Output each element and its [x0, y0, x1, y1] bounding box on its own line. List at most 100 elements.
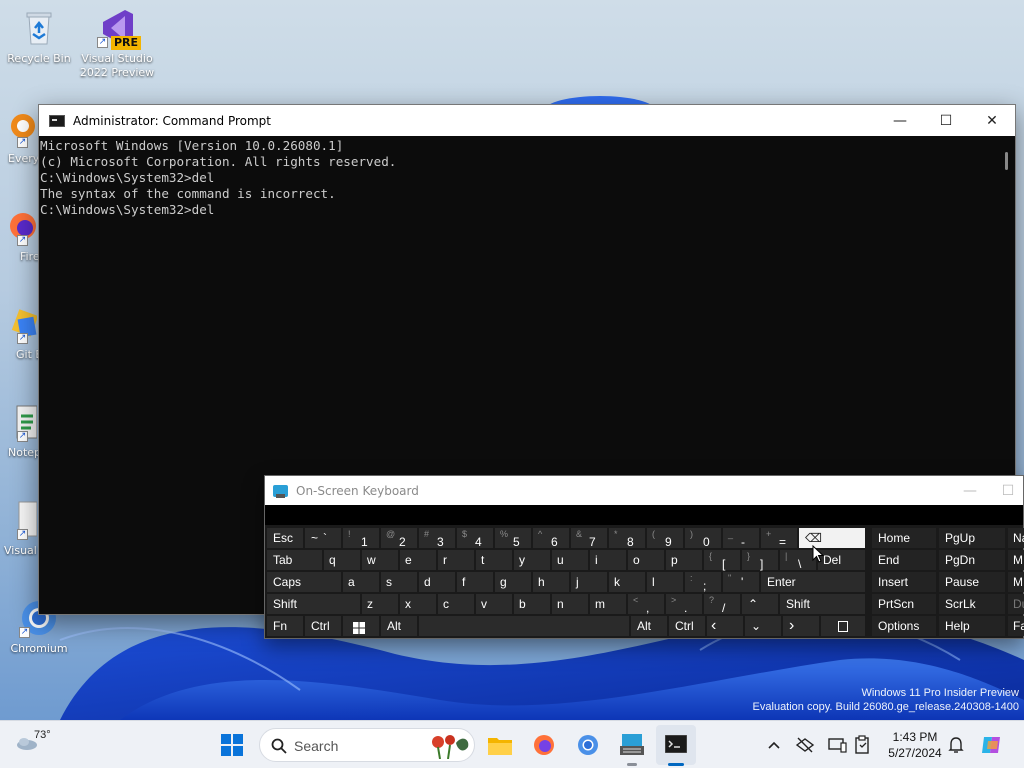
key-left-arrow[interactable]: ‹	[707, 616, 743, 636]
key-7[interactable]: & 7	[571, 528, 607, 549]
key-prtscn[interactable]: PrtScn	[872, 594, 936, 614]
key-insert[interactable]: Insert	[872, 572, 936, 592]
key-semicolon[interactable]: :;	[685, 572, 721, 593]
key-m[interactable]: m	[590, 594, 626, 614]
key-j[interactable]: j	[571, 572, 607, 592]
key-scrlk[interactable]: ScrLk	[939, 594, 1005, 614]
key-1[interactable]: ! 1	[343, 528, 379, 549]
key-p[interactable]: p	[666, 550, 702, 570]
key-i[interactable]: i	[590, 550, 626, 570]
key-v[interactable]: v	[476, 594, 512, 614]
key-right-alt[interactable]: Alt	[631, 616, 667, 636]
key-menu[interactable]	[821, 616, 865, 636]
key-esc[interactable]: Esc	[267, 528, 303, 548]
key-c[interactable]: c	[438, 594, 474, 614]
maximize-button[interactable]: ☐	[923, 105, 969, 136]
key-end[interactable]: End	[872, 550, 936, 570]
key-shift[interactable]: Shift	[267, 594, 360, 614]
key-4[interactable]: $4	[457, 528, 493, 549]
maximize-button[interactable]: ☐	[993, 475, 1023, 506]
key-home[interactable]: Home	[872, 528, 936, 548]
clock[interactable]: 1:43 PM 5/27/2024	[880, 729, 950, 761]
key-backslash[interactable]: | \	[780, 550, 816, 571]
key-nav[interactable]: Na	[1008, 528, 1024, 548]
scrollbar-thumb[interactable]	[1005, 152, 1008, 170]
key-3[interactable]: #3	[419, 528, 455, 549]
key-del[interactable]: Del	[818, 550, 865, 570]
key-tab[interactable]: Tab	[267, 550, 322, 570]
taskbar-firefox[interactable]	[524, 725, 564, 765]
notification-bell-icon[interactable]	[946, 735, 966, 755]
key-h[interactable]: h	[533, 572, 569, 592]
key-t[interactable]: t	[476, 550, 512, 570]
on-screen-keyboard-window[interactable]: On-Screen Keyboard — ☐ Esc ~ ` ! 1 @2 #3 $…	[264, 475, 1024, 639]
minimize-button[interactable]: —	[877, 105, 923, 136]
key-caps[interactable]: Caps	[267, 572, 341, 592]
osk-titlebar[interactable]: On-Screen Keyboard — ☐	[265, 476, 1023, 505]
key-f[interactable]: f	[457, 572, 493, 592]
key-pause[interactable]: Pause	[939, 572, 1005, 592]
weather-widget[interactable]: 73°	[16, 729, 76, 761]
key-right-shift[interactable]: Shift	[780, 594, 865, 614]
display-icon[interactable]	[827, 735, 847, 755]
key-w[interactable]: w	[362, 550, 398, 570]
chevron-up-icon[interactable]	[764, 735, 784, 755]
key-fn[interactable]: Fn	[267, 616, 303, 636]
key-x[interactable]: x	[400, 594, 436, 614]
key-equals[interactable]: + =	[761, 528, 797, 549]
minimize-button[interactable]: —	[947, 475, 993, 506]
key-nav[interactable]: Du	[1008, 594, 1024, 614]
key-nav[interactable]: M	[1008, 550, 1024, 570]
key-space[interactable]	[419, 616, 629, 636]
key-backspace[interactable]: ⌫	[799, 528, 865, 548]
start-button[interactable]	[212, 725, 252, 765]
key-n[interactable]: n	[552, 594, 588, 614]
key-a[interactable]: a	[343, 572, 379, 592]
taskbar-file-explorer[interactable]	[480, 725, 520, 765]
key-b[interactable]: b	[514, 594, 550, 614]
key-z[interactable]: z	[362, 594, 398, 614]
search-box[interactable]: Search	[259, 728, 475, 762]
key-0[interactable]: ) 0	[685, 528, 721, 549]
key-comma[interactable]: <,	[628, 594, 664, 615]
key-up[interactable]: ⌃	[742, 594, 778, 614]
key-slash[interactable]: ? /	[704, 594, 740, 615]
key-g[interactable]: g	[495, 572, 531, 592]
key-nav[interactable]: M	[1008, 572, 1024, 592]
key-windows[interactable]	[343, 616, 379, 636]
key-k[interactable]: k	[609, 572, 645, 592]
key-left-bracket[interactable]: {[	[704, 550, 740, 571]
taskbar-on-screen-keyboard[interactable]	[612, 725, 652, 765]
key-backtick[interactable]: ~ `	[305, 528, 341, 548]
key-right-arrow[interactable]: ›	[783, 616, 819, 636]
cmd-titlebar[interactable]: Administrator: Command Prompt — ☐ ✕	[39, 105, 1015, 136]
key-l[interactable]: l	[647, 572, 683, 592]
key-ctrl[interactable]: Ctrl	[305, 616, 341, 636]
key-r[interactable]: r	[438, 550, 474, 570]
key-enter[interactable]: Enter	[761, 572, 865, 592]
key-pgdn[interactable]: PgDn	[939, 550, 1005, 570]
close-button[interactable]: ✕	[969, 105, 1015, 136]
key-alt[interactable]: Alt	[381, 616, 417, 636]
key-8[interactable]: * 8	[609, 528, 645, 549]
key-down-arrow[interactable]: ⌄	[745, 616, 781, 636]
key-d[interactable]: d	[419, 572, 455, 592]
key-help[interactable]: Help	[939, 616, 1005, 636]
key-q[interactable]: q	[324, 550, 360, 570]
key-s[interactable]: s	[381, 572, 417, 592]
network-disconnected-icon[interactable]	[795, 735, 815, 755]
taskbar-command-prompt[interactable]	[656, 725, 696, 765]
desktop-icon-visual-studio-preview[interactable]: PRE ↗ Visual Studio 2022 Preview	[78, 8, 156, 80]
desktop-icon-recycle-bin[interactable]: Recycle Bin	[0, 8, 78, 66]
copilot-icon[interactable]	[980, 733, 1004, 757]
key-e[interactable]: e	[400, 550, 436, 570]
key-right-ctrl[interactable]: Ctrl	[669, 616, 705, 636]
key-u[interactable]: u	[552, 550, 588, 570]
key-5[interactable]: % 5	[495, 528, 531, 549]
key-period[interactable]: >.	[666, 594, 702, 615]
taskbar-chromium[interactable]	[568, 725, 608, 765]
key-pgup[interactable]: PgUp	[939, 528, 1005, 548]
key-options[interactable]: Options	[872, 616, 936, 636]
key-9[interactable]: (9	[647, 528, 683, 549]
key-o[interactable]: o	[628, 550, 664, 570]
